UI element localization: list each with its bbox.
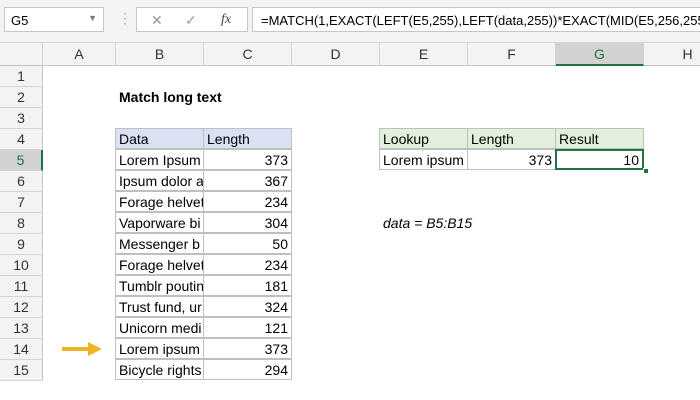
column-header-H[interactable]: H [644,43,700,66]
row-header-14[interactable]: 14 [0,339,43,360]
row-header-7[interactable]: 7 [0,192,43,213]
data-header-cell[interactable]: Length [203,128,292,149]
row-header-12[interactable]: 12 [0,297,43,318]
column-header-G[interactable]: G [556,43,644,66]
lookup-header-cell[interactable]: Result [555,128,644,149]
column-header-F[interactable]: F [468,43,556,66]
formula-bar-area: G5 ▼ ⋮ ✕ ✓ fx =MATCH(1,EXACT(LEFT(E5,255)… [0,0,700,43]
length-cell[interactable]: 373 [203,338,292,359]
length-cell[interactable]: 181 [203,275,292,296]
row-header-13[interactable]: 13 [0,318,43,339]
column-header-B[interactable]: B [116,43,204,66]
chevron-down-icon[interactable]: ▼ [88,13,97,23]
fx-icon[interactable]: fx [221,12,231,28]
data-cell[interactable]: Messenger b [115,233,204,254]
name-box[interactable]: G5 ▼ [4,7,104,32]
name-box-value: G5 [11,13,29,28]
length-cell[interactable]: 304 [203,212,292,233]
data-cell[interactable]: Bicycle rights [115,359,204,380]
column-header-C[interactable]: C [204,43,292,66]
row-header-5[interactable]: 5 [0,150,43,171]
enter-icon[interactable]: ✓ [185,12,197,29]
data-cell[interactable]: Lorem Ipsum [115,149,204,170]
row-header-15[interactable]: 15 [0,360,43,381]
length-cell[interactable]: 294 [203,359,292,380]
data-cell[interactable]: Forage helvet [115,191,204,212]
column-header-A[interactable]: A [43,43,116,66]
drag-handle-icon[interactable]: ⋮ [118,10,132,27]
formula-input[interactable]: =MATCH(1,EXACT(LEFT(E5,255),LEFT(data,25… [252,7,700,32]
lookup-header-cell[interactable]: Length [467,128,556,149]
formula-buttons: ✕ ✓ fx [136,7,248,32]
length-cell[interactable]: 324 [203,296,292,317]
title-cell[interactable]: Match long text [116,87,316,108]
result-cell-selected[interactable]: 10 [555,149,644,170]
row-header-10[interactable]: 10 [0,255,43,276]
lookup-header-cell[interactable]: Lookup [379,128,468,149]
arrow-icon [62,342,102,356]
named-range-note[interactable]: data = B5:B15 [380,213,580,234]
row-header-6[interactable]: 6 [0,171,43,192]
length-cell[interactable]: 234 [203,191,292,212]
lookup-value-cell[interactable]: Lorem ipsum [379,149,468,170]
data-cell[interactable]: Ipsum dolor a [115,170,204,191]
length-cell[interactable]: 373 [203,149,292,170]
row-header-8[interactable]: 8 [0,213,43,234]
row-header-2[interactable]: 2 [0,87,43,108]
row-header-3[interactable]: 3 [0,108,43,129]
data-cell[interactable]: Forage helvet [115,254,204,275]
length-cell[interactable]: 121 [203,317,292,338]
row-header-11[interactable]: 11 [0,276,43,297]
fill-handle[interactable] [643,168,649,174]
row-header-9[interactable]: 9 [0,234,43,255]
data-cell[interactable]: Trust fund, ur [115,296,204,317]
cancel-icon[interactable]: ✕ [151,12,163,29]
lookup-length-cell[interactable]: 373 [467,149,556,170]
data-cell[interactable]: Lorem ipsum [115,338,204,359]
row-header-1[interactable]: 1 [0,66,43,87]
data-cell[interactable]: Tumblr poutin [115,275,204,296]
data-cell[interactable]: Unicorn medi [115,317,204,338]
length-cell[interactable]: 50 [203,233,292,254]
row-header-4[interactable]: 4 [0,129,43,150]
select-all-corner[interactable] [0,43,43,66]
data-cell[interactable]: Vaporware bi [115,212,204,233]
column-header-E[interactable]: E [380,43,468,66]
length-cell[interactable]: 367 [203,170,292,191]
column-header-D[interactable]: D [292,43,380,66]
data-header-cell[interactable]: Data [115,128,204,149]
length-cell[interactable]: 234 [203,254,292,275]
